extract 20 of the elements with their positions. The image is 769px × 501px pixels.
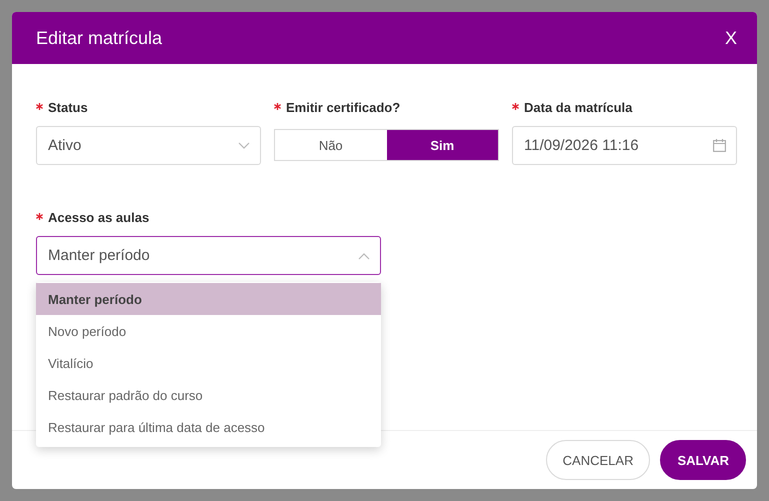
cancel-button[interactable]: CANCELAR: [546, 440, 650, 480]
field-label: Acesso as aulas: [36, 210, 381, 225]
toggle-option[interactable]: Sim: [386, 130, 498, 160]
calendar-icon: [713, 139, 726, 152]
access-select[interactable]: Manter período: [36, 236, 381, 275]
save-button[interactable]: SALVAR: [660, 440, 746, 480]
menu-item[interactable]: Restaurar para última data de acesso: [36, 411, 381, 443]
dialog-title: Editar matrícula: [36, 28, 162, 48]
field-label: Data da matrícula: [512, 100, 737, 115]
date-field[interactable]: 11/09/2026 11:16: [512, 126, 737, 165]
chevron-down-icon: [238, 142, 250, 150]
menu-item[interactable]: Novo período: [36, 315, 381, 347]
status-select[interactable]: Ativo: [36, 126, 261, 165]
close-button[interactable]: X: [720, 28, 741, 48]
field-label: Status: [36, 100, 261, 115]
menu-item[interactable]: Manter período: [36, 283, 381, 315]
menu-item[interactable]: Restaurar padrão do curso: [36, 379, 381, 411]
chevron-up-icon: [358, 252, 370, 260]
menu-item[interactable]: Vitalício: [36, 347, 381, 379]
field-label: Emitir certificado?: [274, 100, 499, 115]
